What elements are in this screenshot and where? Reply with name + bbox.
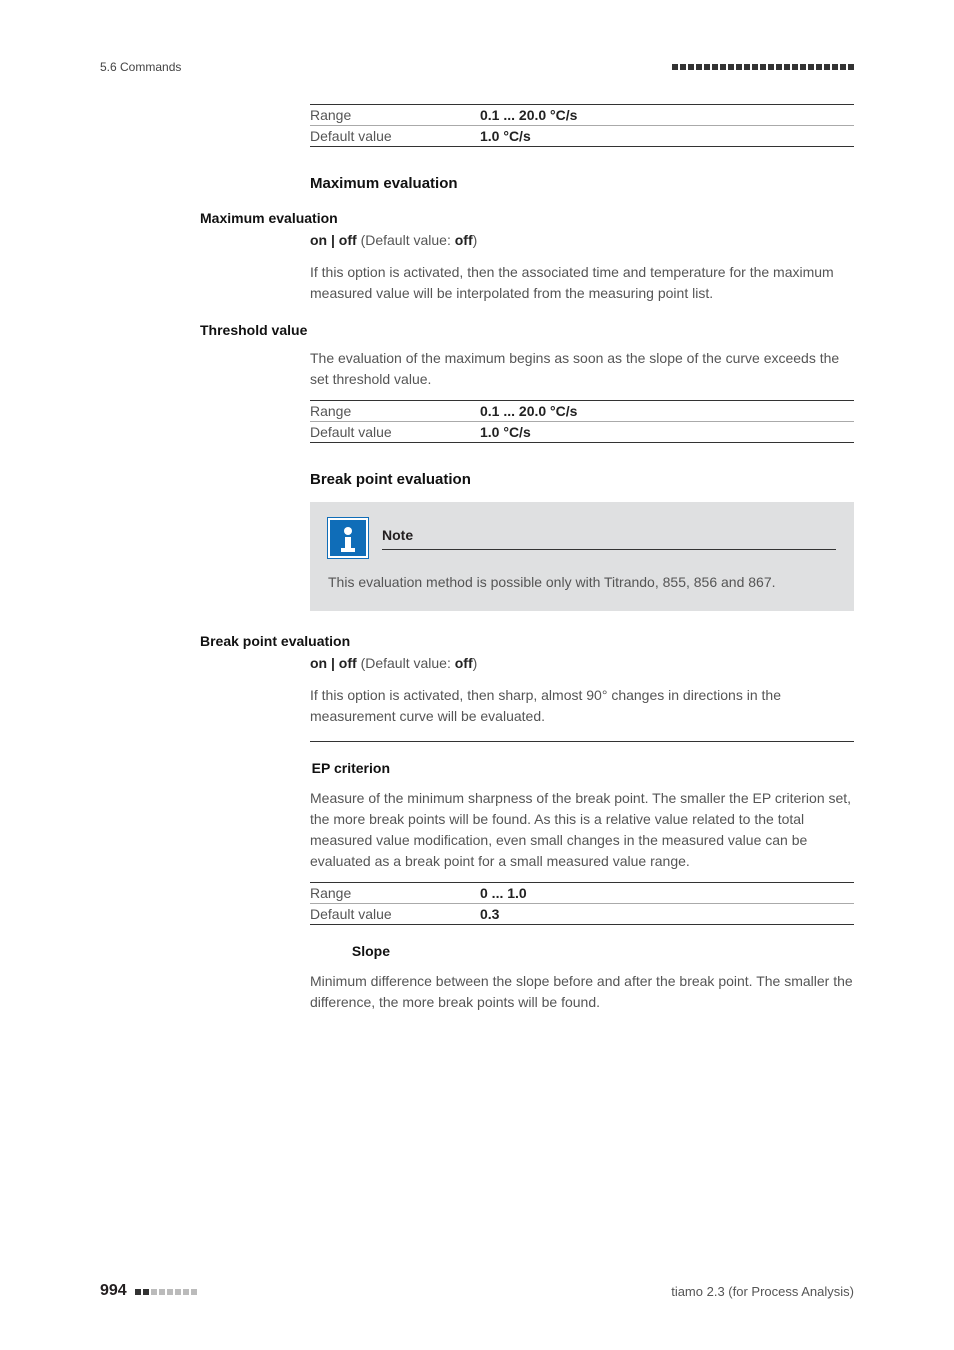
bp-onoff-light: (Default value: bbox=[357, 655, 455, 671]
break-point-desc: If this option is activated, then sharp,… bbox=[310, 685, 854, 727]
bp-onoff-light-end: ) bbox=[473, 655, 478, 671]
onoff-light: (Default value: bbox=[357, 232, 455, 248]
threshold-default-value: 1.0 °C/s bbox=[480, 424, 531, 440]
ep-range-value: 0 ... 1.0 bbox=[480, 885, 527, 901]
info-icon bbox=[328, 518, 368, 558]
note-box: Note This evaluation method is possible … bbox=[310, 502, 854, 611]
threshold-range-label: Range bbox=[310, 403, 480, 419]
footer-ticks bbox=[133, 1282, 197, 1300]
max-eval-onoff: on | off (Default value: off) bbox=[310, 232, 854, 248]
ep-default-label: Default value bbox=[310, 906, 480, 922]
page-number: 994 bbox=[100, 1282, 127, 1300]
header-section: 5.6 Commands bbox=[100, 60, 181, 74]
range-value: 0.1 ... 20.0 °C/s bbox=[480, 107, 577, 123]
ep-criterion-side-label: EP criterion bbox=[220, 760, 390, 776]
divider bbox=[310, 741, 854, 742]
max-eval-side-label: Maximum evaluation bbox=[200, 210, 400, 226]
spec-table-initial: Range 0.1 ... 20.0 °C/s Default value 1.… bbox=[310, 104, 854, 147]
bp-onoff-default: off bbox=[455, 655, 473, 671]
footer-right: tiamo 2.3 (for Process Analysis) bbox=[671, 1284, 854, 1299]
ep-default-value: 0.3 bbox=[480, 906, 499, 922]
note-body: This evaluation method is possible only … bbox=[328, 572, 836, 593]
range-label: Range bbox=[310, 107, 480, 123]
break-point-onoff: on | off (Default value: off) bbox=[310, 655, 854, 671]
break-point-title: Break point evaluation bbox=[310, 471, 854, 488]
header-progress-ticks bbox=[670, 64, 854, 70]
ep-range-label: Range bbox=[310, 885, 480, 901]
onoff-light-end: ) bbox=[473, 232, 478, 248]
break-point-side-label: Break point evaluation bbox=[200, 633, 420, 649]
note-title: Note bbox=[382, 527, 836, 550]
onoff-bold: on | off bbox=[310, 232, 357, 248]
slope-side-label: Slope bbox=[220, 943, 390, 959]
threshold-range-value: 0.1 ... 20.0 °C/s bbox=[480, 403, 577, 419]
threshold-side-label: Threshold value bbox=[200, 322, 400, 338]
threshold-desc: The evaluation of the maximum begins as … bbox=[310, 348, 854, 390]
slope-desc: Minimum difference between the slope bef… bbox=[310, 971, 854, 1013]
threshold-default-label: Default value bbox=[310, 424, 480, 440]
max-eval-desc: If this option is activated, then the as… bbox=[310, 262, 854, 304]
spec-table-ep: Range 0 ... 1.0 Default value 0.3 bbox=[310, 882, 854, 925]
onoff-default: off bbox=[455, 232, 473, 248]
default-label: Default value bbox=[310, 128, 480, 144]
bp-onoff-bold: on | off bbox=[310, 655, 357, 671]
max-eval-title: Maximum evaluation bbox=[310, 175, 854, 192]
ep-criterion-desc: Measure of the minimum sharpness of the … bbox=[310, 788, 854, 872]
spec-table-threshold: Range 0.1 ... 20.0 °C/s Default value 1.… bbox=[310, 400, 854, 443]
default-value: 1.0 °C/s bbox=[480, 128, 531, 144]
